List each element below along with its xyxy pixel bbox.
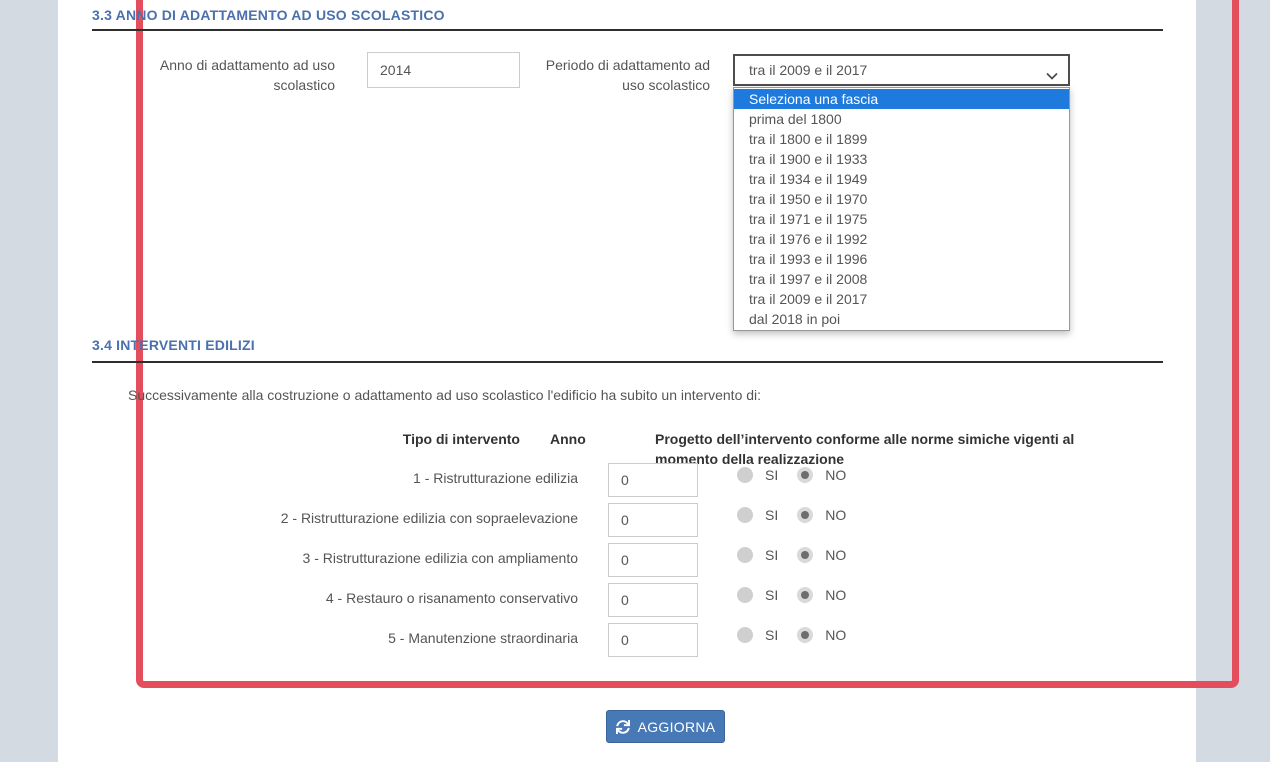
- radio-si[interactable]: [737, 627, 753, 643]
- periodo-dropdown-list: Seleziona una fascia prima del 1800 tra …: [733, 87, 1070, 331]
- periodo-select[interactable]: tra il 2009 e il 2017: [733, 54, 1070, 86]
- dropdown-option[interactable]: tra il 2009 e il 2017: [734, 289, 1069, 309]
- radio-si[interactable]: [737, 547, 753, 563]
- intervento-label: 2 - Ristrutturazione edilizia con soprae…: [198, 510, 578, 526]
- radio-no[interactable]: [797, 587, 813, 603]
- radio-no-label: NO: [825, 467, 846, 483]
- radio-no[interactable]: [797, 547, 813, 563]
- column-header-tipo: Tipo di intervento: [320, 429, 520, 449]
- anno-adattamento-input[interactable]: [367, 52, 520, 88]
- radio-si-label: SI: [765, 587, 778, 603]
- dropdown-option[interactable]: tra il 1976 e il 1992: [734, 229, 1069, 249]
- dropdown-option[interactable]: tra il 1950 e il 1970: [734, 189, 1069, 209]
- anno-adattamento-label: Anno di adattamento ad uso scolastico: [125, 55, 335, 95]
- radio-no-label: NO: [825, 587, 846, 603]
- radio-si[interactable]: [737, 507, 753, 523]
- dropdown-option[interactable]: prima del 1800: [734, 109, 1069, 129]
- dropdown-option[interactable]: Seleziona una fascia: [734, 89, 1069, 109]
- radio-no[interactable]: [797, 507, 813, 523]
- progetto-radio-group: SI NO: [737, 467, 846, 483]
- intervento-row-5: 5 - Manutenzione straordinaria SI NO: [198, 623, 1148, 663]
- progetto-radio-group: SI NO: [737, 547, 846, 563]
- intervento-label: 4 - Restauro o risanamento conservativo: [198, 590, 578, 606]
- progetto-radio-group: SI NO: [737, 587, 846, 603]
- dropdown-option[interactable]: tra il 1900 e il 1933: [734, 149, 1069, 169]
- chevron-down-icon: [1046, 67, 1058, 85]
- radio-si-label: SI: [765, 547, 778, 563]
- intervento-anno-input[interactable]: [608, 463, 698, 497]
- dropdown-option[interactable]: tra il 1997 e il 2008: [734, 269, 1069, 289]
- dropdown-option[interactable]: tra il 1800 e il 1899: [734, 129, 1069, 149]
- dropdown-option[interactable]: dal 2018 in poi: [734, 309, 1069, 329]
- page: 3.3 ANNO DI ADATTAMENTO AD USO SCOLASTIC…: [0, 0, 1270, 762]
- radio-si[interactable]: [737, 467, 753, 483]
- column-header-anno: Anno: [550, 429, 586, 449]
- intervento-row-1: 1 - Ristrutturazione edilizia SI NO: [198, 463, 1148, 503]
- section-3-3-divider: [92, 29, 1163, 31]
- radio-si-label: SI: [765, 627, 778, 643]
- periodo-select-value: tra il 2009 e il 2017: [749, 62, 867, 78]
- content-column: 3.3 ANNO DI ADATTAMENTO AD USO SCOLASTIC…: [58, 0, 1196, 762]
- radio-no-label: NO: [825, 627, 846, 643]
- section-3-4-title: 3.4 INTERVENTI EDILIZI: [92, 337, 255, 353]
- intervento-label: 5 - Manutenzione straordinaria: [198, 630, 578, 646]
- interventi-intro-text: Successivamente alla costruzione o adatt…: [128, 387, 761, 403]
- progetto-radio-group: SI NO: [737, 627, 846, 643]
- radio-no-label: NO: [825, 547, 846, 563]
- intervento-row-2: 2 - Ristrutturazione edilizia con soprae…: [198, 503, 1148, 543]
- dropdown-option[interactable]: tra il 1971 e il 1975: [734, 209, 1069, 229]
- radio-no-label: NO: [825, 507, 846, 523]
- intervento-anno-input[interactable]: [608, 543, 698, 577]
- intervento-label: 1 - Ristrutturazione edilizia: [198, 470, 578, 486]
- intervento-row-3: 3 - Ristrutturazione edilizia con amplia…: [198, 543, 1148, 583]
- section-3-4-divider: [92, 361, 1163, 363]
- periodo-adattamento-label: Periodo di adattamento ad uso scolastico: [540, 55, 710, 95]
- aggiorna-button-label: AGGIORNA: [638, 719, 716, 735]
- intervento-label: 3 - Ristrutturazione edilizia con amplia…: [198, 550, 578, 566]
- radio-si[interactable]: [737, 587, 753, 603]
- intervento-anno-input[interactable]: [608, 583, 698, 617]
- progetto-radio-group: SI NO: [737, 507, 846, 523]
- intervento-anno-input[interactable]: [608, 503, 698, 537]
- aggiorna-button[interactable]: AGGIORNA: [606, 710, 725, 743]
- intervento-anno-input[interactable]: [608, 623, 698, 657]
- section-3-3-title: 3.3 ANNO DI ADATTAMENTO AD USO SCOLASTIC…: [92, 7, 445, 23]
- intervento-row-4: 4 - Restauro o risanamento conservativo …: [198, 583, 1148, 623]
- refresh-icon: [616, 720, 630, 734]
- radio-si-label: SI: [765, 467, 778, 483]
- dropdown-option[interactable]: tra il 1993 e il 1996: [734, 249, 1069, 269]
- radio-no[interactable]: [797, 627, 813, 643]
- radio-no[interactable]: [797, 467, 813, 483]
- dropdown-option[interactable]: tra il 1934 e il 1949: [734, 169, 1069, 189]
- radio-si-label: SI: [765, 507, 778, 523]
